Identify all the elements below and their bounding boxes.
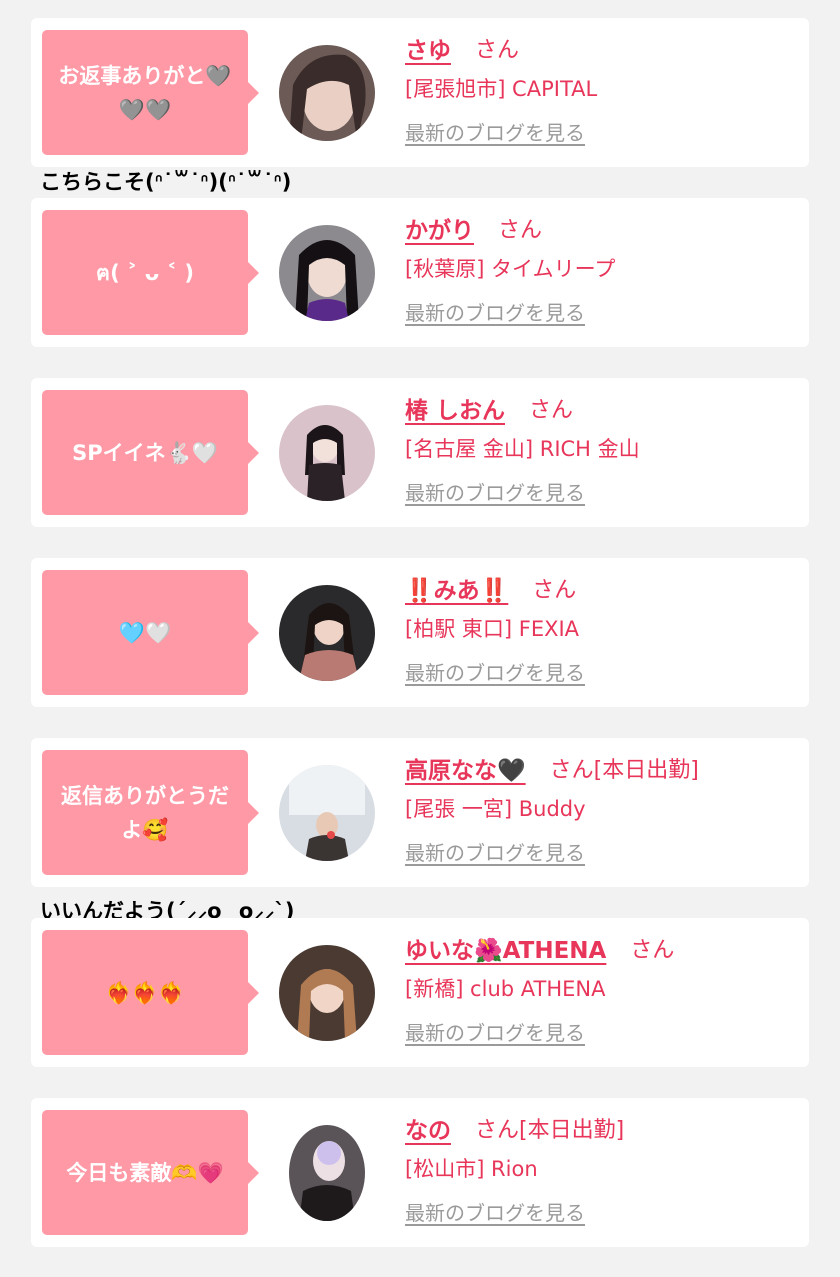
honorific-label: さん — [498, 218, 543, 243]
avatar[interactable] — [279, 45, 375, 141]
shop-label: [尾張旭市] CAPITAL — [405, 77, 598, 101]
avatar-photo — [289, 1125, 365, 1221]
profile-name-link[interactable]: なの — [405, 1111, 451, 1145]
profile-name-link[interactable]: かがり — [405, 211, 474, 245]
message-card: 今日も素敵🫶💗 なの さん [本日出勤] [松山市] Rion 最新のブログを見… — [31, 1098, 809, 1247]
honorific-label: さん — [475, 38, 520, 63]
message-card: SPイイネ🐇🤍 椿 しおん さん [名古屋 金山] RICH 金山 最新のブログ… — [31, 378, 809, 527]
today-attendance-badge: [本日出勤] — [593, 758, 699, 783]
avatar[interactable] — [289, 1125, 365, 1221]
message-text: お返事ありがと🩶🩶🩶 — [58, 63, 232, 122]
profile-name-link[interactable]: ‼️みあ‼️ — [405, 571, 508, 605]
message-text: ❤️‍🔥❤️‍🔥❤️‍🔥 — [105, 980, 185, 1005]
message-text: 今日も素敵🫶💗 — [66, 1160, 224, 1185]
honorific-label: さん — [532, 578, 577, 603]
shop-label: [松山市] Rion — [405, 1157, 538, 1181]
message-text: ฅ( ˃ ᴗ ˂ ) — [96, 260, 194, 285]
shop-label: [柏駅 東口] FEXIA — [405, 617, 580, 641]
shop-label: [新橋] club ATHENA — [405, 977, 606, 1001]
avatar-photo — [279, 765, 375, 861]
honorific-label: さん — [630, 938, 675, 963]
avatar[interactable] — [279, 765, 375, 861]
message-bubble: 今日も素敵🫶💗 — [42, 1110, 259, 1235]
message-bubble: ฅ( ˃ ᴗ ˂ ) — [42, 210, 259, 335]
reply-text: こちらこそ(ᐢ˙꒳˙ᐢ)(ᐢ˙꒳˙ᐢ) — [40, 170, 292, 194]
avatar-photo — [279, 585, 375, 681]
latest-blog-link[interactable]: 最新のブログを見る — [405, 837, 585, 866]
profile-name-link[interactable]: 高原なな🖤 — [405, 751, 526, 785]
today-attendance-badge: [本日出勤] — [519, 1118, 625, 1143]
latest-blog-link[interactable]: 最新のブログを見る — [405, 1197, 585, 1226]
message-text: 🩵🤍 — [118, 620, 172, 645]
avatar[interactable] — [279, 945, 375, 1041]
profile-name-link[interactable]: さゆ — [405, 31, 451, 65]
shop-label: [秋葉原] タイムリープ — [405, 257, 616, 281]
avatar-photo — [279, 945, 375, 1041]
profile-name-link[interactable]: ゆいな🌺ATHENA — [405, 931, 606, 965]
avatar-photo — [279, 225, 375, 321]
message-text: SPイイネ🐇🤍 — [72, 440, 218, 465]
message-card: お返事ありがと🩶🩶🩶 さゆ さん [尾張旭市] CAPITAL 最新のブログを見… — [31, 18, 809, 167]
latest-blog-link[interactable]: 最新のブログを見る — [405, 477, 585, 506]
message-card: 🩵🤍 ‼️みあ‼️ さん [柏駅 東口] FEXIA 最新のブログを見る — [31, 558, 809, 707]
message-bubble: 返信ありがとうだよ🥰 — [42, 750, 259, 875]
latest-blog-link[interactable]: 最新のブログを見る — [405, 117, 585, 146]
shop-label: [名古屋 金山] RICH 金山 — [405, 437, 640, 461]
honorific-label: さん — [549, 758, 594, 783]
message-bubble: ❤️‍🔥❤️‍🔥❤️‍🔥 — [42, 930, 259, 1055]
message-card: 返信ありがとうだよ🥰 高原なな🖤 さん [本日出勤] [尾張 一宮] Buddy… — [31, 738, 809, 887]
message-bubble: SPイイネ🐇🤍 — [42, 390, 259, 515]
avatar[interactable] — [279, 405, 375, 501]
latest-blog-link[interactable]: 最新のブログを見る — [405, 1017, 585, 1046]
message-text: 返信ありがとうだよ🥰 — [61, 783, 229, 842]
profile-name-link[interactable]: 椿 しおん — [405, 391, 505, 425]
message-bubble: お返事ありがと🩶🩶🩶 — [42, 30, 259, 155]
avatar[interactable] — [279, 585, 375, 681]
latest-blog-link[interactable]: 最新のブログを見る — [405, 297, 585, 326]
avatar-photo — [279, 45, 375, 141]
honorific-label: さん — [529, 398, 574, 423]
avatar-photo — [279, 405, 375, 501]
message-card: ❤️‍🔥❤️‍🔥❤️‍🔥 ゆいな🌺ATHENA さん [新橋] club ATH… — [31, 918, 809, 1067]
message-bubble: 🩵🤍 — [42, 570, 259, 695]
honorific-label: さん — [475, 1118, 520, 1143]
message-card: ฅ( ˃ ᴗ ˂ ) かがり さん [秋葉原] タイムリープ 最新のブログを見る — [31, 198, 809, 347]
message-list: お返事ありがと🩶🩶🩶 さゆ さん [尾張旭市] CAPITAL 最新のブログを見… — [0, 0, 840, 1277]
avatar[interactable] — [279, 225, 375, 321]
shop-label: [尾張 一宮] Buddy — [405, 797, 586, 821]
latest-blog-link[interactable]: 最新のブログを見る — [405, 657, 585, 686]
